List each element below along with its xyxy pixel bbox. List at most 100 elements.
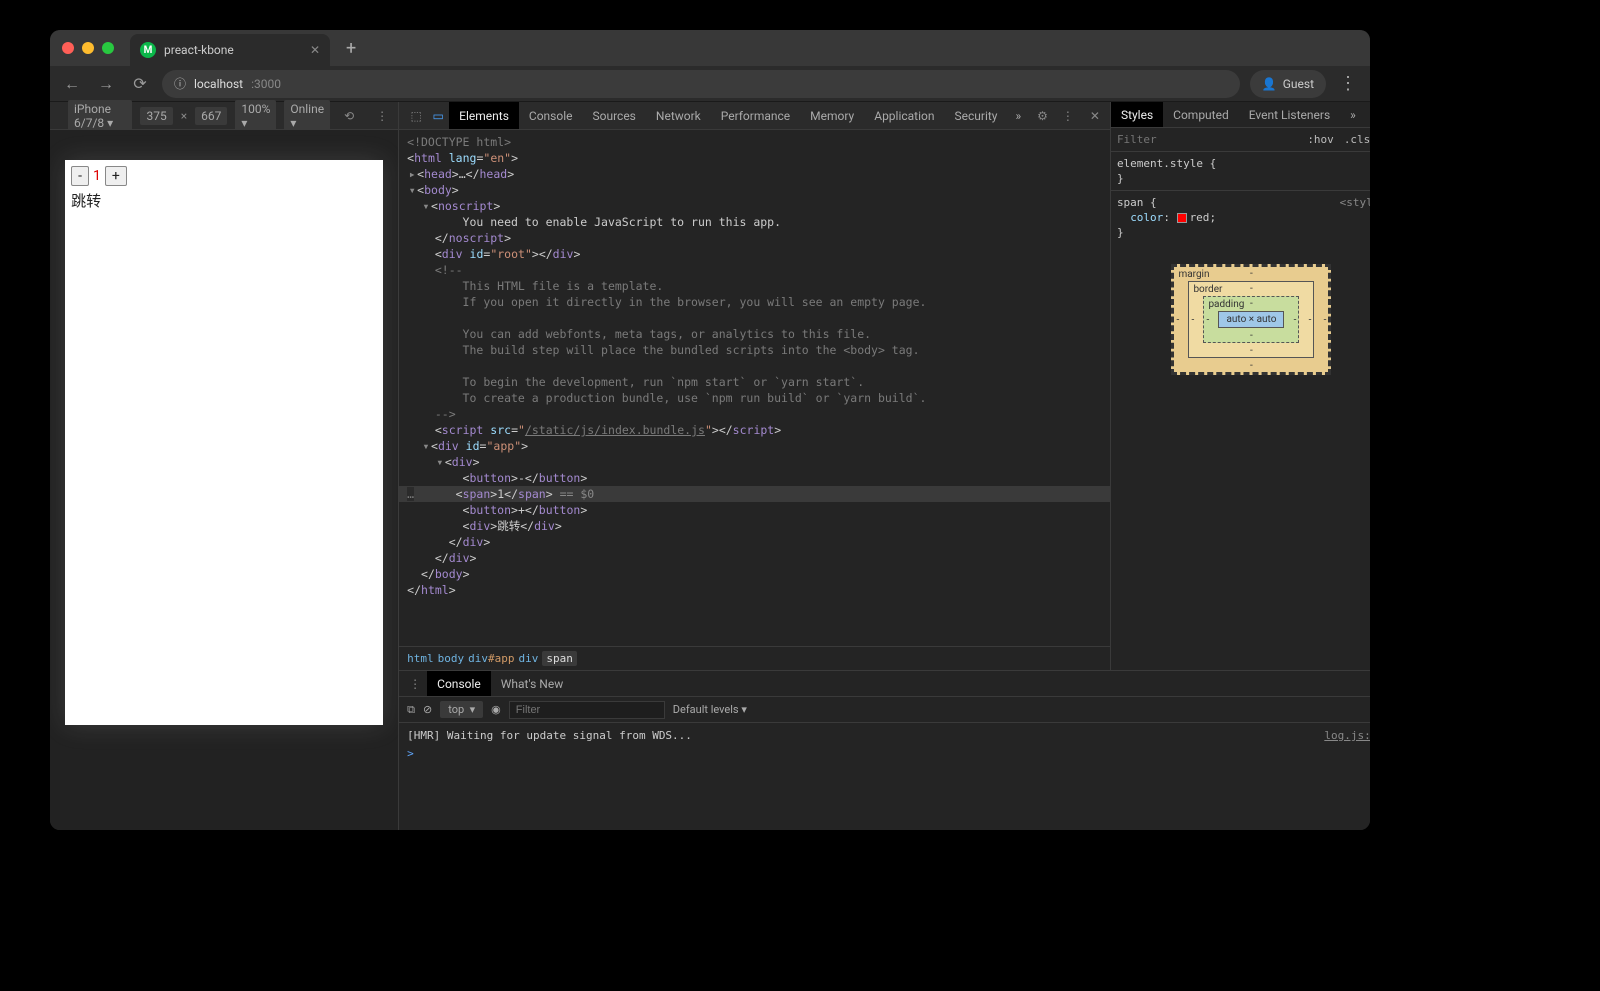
cls-toggle[interactable]: .cls	[1339, 133, 1370, 146]
inspect-icon[interactable]: ⬚	[405, 109, 427, 123]
url-input[interactable]: ⓘ localhost :3000	[162, 70, 1240, 98]
tab-memory[interactable]: Memory	[800, 102, 864, 129]
hov-toggle[interactable]: :hov	[1302, 133, 1339, 146]
styles-filter-bar: :hov .cls +	[1111, 128, 1370, 152]
console-drawer: ⋮ Console What's New ✕ ⧉ ⊘ top ▾ ◉ Defau…	[399, 670, 1370, 830]
url-path: :3000	[251, 77, 281, 91]
profile-icon: 👤	[1262, 77, 1277, 91]
context-select[interactable]: top ▾	[440, 701, 483, 718]
breadcrumb-item[interactable]: html	[407, 652, 434, 665]
device-height-input[interactable]: 667	[195, 107, 227, 125]
dom-breadcrumb: html body div#app div span	[399, 646, 1110, 670]
device-toggle-icon[interactable]: ▭	[427, 109, 449, 123]
tab-security[interactable]: Security	[945, 102, 1008, 129]
device-select[interactable]: iPhone 6/7/8 ▾	[68, 100, 132, 132]
browser-tab[interactable]: M preact-kbone ✕	[130, 34, 330, 66]
tab-title: preact-kbone	[164, 43, 234, 57]
box-model-widget[interactable]: margin ---- border ---- padding ---- aut…	[1171, 264, 1331, 375]
breadcrumb-item-current[interactable]: span	[542, 651, 577, 666]
profile-chip[interactable]: 👤 Guest	[1250, 70, 1326, 98]
favicon-icon: M	[140, 42, 156, 58]
clear-console-icon[interactable]: ⊘	[423, 703, 432, 716]
console-source-link[interactable]: log.js:24	[1324, 727, 1370, 745]
rule-element-style: element.style {	[1117, 156, 1370, 171]
decrement-button[interactable]: -	[71, 166, 89, 186]
tab-console[interactable]: Console	[519, 102, 583, 129]
tab-network[interactable]: Network	[646, 102, 711, 129]
new-tab-button[interactable]: +	[346, 38, 356, 59]
console-prompt[interactable]: >	[407, 745, 414, 763]
device-canvas: - 1 + 跳转	[50, 130, 398, 830]
close-window-icon[interactable]	[62, 42, 74, 54]
device-toolbar: iPhone 6/7/8 ▾ 375 × 667 100% ▾ Online ▾…	[50, 102, 398, 130]
styles-filter-input[interactable]	[1117, 133, 1302, 146]
console-sidebar-toggle-icon[interactable]: ⧉	[407, 703, 415, 717]
site-info-icon[interactable]: ⓘ	[174, 75, 186, 92]
profile-label: Guest	[1283, 77, 1314, 91]
drawer-menu-button[interactable]: ⋮	[403, 677, 427, 691]
address-bar: ← → ⟳ ⓘ localhost :3000 👤 Guest ⋮	[50, 66, 1370, 102]
settings-icon[interactable]: ⚙	[1029, 109, 1056, 123]
rotate-icon[interactable]: ⟲	[338, 109, 360, 123]
color-swatch-icon[interactable]	[1177, 213, 1187, 223]
maximize-window-icon[interactable]	[102, 42, 114, 54]
log-levels-select[interactable]: Default levels ▾	[673, 703, 747, 716]
styles-sidebar: Styles Computed Event Listeners » :hov .…	[1110, 102, 1370, 670]
rule-span: <style>span {	[1117, 195, 1370, 210]
live-expression-icon[interactable]: ◉	[491, 703, 501, 716]
console-message: [HMR] Waiting for update signal from WDS…	[407, 727, 692, 745]
devtools-upper: ⬚ ▭ Elements Console Sources Network Per…	[399, 102, 1370, 670]
counter-value: 1	[91, 168, 103, 184]
console-output[interactable]: [HMR] Waiting for update signal from WDS…	[399, 723, 1370, 830]
window-titlebar: M preact-kbone ✕ +	[50, 30, 1370, 66]
tab-performance[interactable]: Performance	[711, 102, 800, 129]
main-panel: ⬚ ▭ Elements Console Sources Network Per…	[399, 102, 1110, 670]
tab-styles[interactable]: Styles	[1111, 102, 1163, 127]
tab-close-icon[interactable]: ✕	[310, 43, 320, 57]
drawer-tab-console[interactable]: Console	[427, 671, 491, 696]
nav-label[interactable]: 跳转	[71, 190, 377, 211]
devtools-tabs: ⬚ ▭ Elements Console Sources Network Per…	[399, 102, 1110, 130]
increment-button[interactable]: +	[105, 166, 127, 186]
devtools-pane: ⬚ ▭ Elements Console Sources Network Per…	[399, 102, 1370, 830]
url-domain: localhost	[194, 77, 243, 91]
back-button[interactable]: ←	[60, 74, 84, 94]
device-menu-button[interactable]: ⋮	[376, 109, 388, 123]
rule-prop-color[interactable]: color: red;	[1117, 210, 1370, 225]
browser-menu-button[interactable]: ⋮	[1336, 73, 1360, 94]
dom-tree[interactable]: <!DOCTYPE html> <html lang="en"> ▸<head>…	[399, 130, 1110, 646]
forward-button[interactable]: →	[94, 74, 118, 94]
simulated-page[interactable]: - 1 + 跳转	[65, 160, 383, 725]
drawer-tabs: ⋮ Console What's New ✕	[399, 671, 1370, 697]
reload-button[interactable]: ⟳	[128, 74, 152, 93]
breadcrumb-item[interactable]: div#app	[468, 652, 514, 665]
tab-sources[interactable]: Sources	[583, 102, 646, 129]
dimension-separator: ×	[181, 109, 187, 123]
style-rules[interactable]: element.style { } <style>span { color: r…	[1111, 152, 1370, 244]
devtools-menu-button[interactable]: ⋮	[1056, 109, 1080, 123]
breadcrumb-item[interactable]: body	[438, 652, 465, 665]
tab-event-listeners[interactable]: Event Listeners	[1239, 102, 1340, 127]
device-width-input[interactable]: 375	[140, 107, 172, 125]
styles-tabs-overflow[interactable]: »	[1340, 102, 1366, 127]
dom-doctype: <!DOCTYPE html>	[407, 135, 511, 149]
console-filter-input[interactable]	[509, 701, 665, 719]
console-toolbar: ⧉ ⊘ top ▾ ◉ Default levels ▾ ⚙	[399, 697, 1370, 723]
breadcrumb-item[interactable]: div	[519, 652, 539, 665]
zoom-select[interactable]: 100% ▾	[235, 100, 276, 132]
tab-computed[interactable]: Computed	[1163, 102, 1239, 127]
tabs-overflow-button[interactable]: »	[1007, 109, 1029, 123]
minimize-window-icon[interactable]	[82, 42, 94, 54]
counter-row: - 1 +	[71, 166, 377, 186]
drawer-tab-whatsnew[interactable]: What's New	[491, 671, 573, 696]
viewport: iPhone 6/7/8 ▾ 375 × 667 100% ▾ Online ▾…	[50, 102, 1370, 830]
throttle-select[interactable]: Online ▾	[284, 100, 330, 132]
traffic-lights	[62, 42, 114, 54]
tab-elements[interactable]: Elements	[449, 102, 519, 129]
drawer-close-button[interactable]: ✕	[1362, 677, 1370, 691]
box-model-content: auto × auto	[1218, 311, 1284, 328]
device-pane: iPhone 6/7/8 ▾ 375 × 667 100% ▾ Online ▾…	[50, 102, 399, 830]
selected-node[interactable]: … <span>1</span> == $0	[399, 486, 1110, 502]
devtools-close-button[interactable]: ✕	[1080, 109, 1110, 123]
tab-application[interactable]: Application	[864, 102, 944, 129]
